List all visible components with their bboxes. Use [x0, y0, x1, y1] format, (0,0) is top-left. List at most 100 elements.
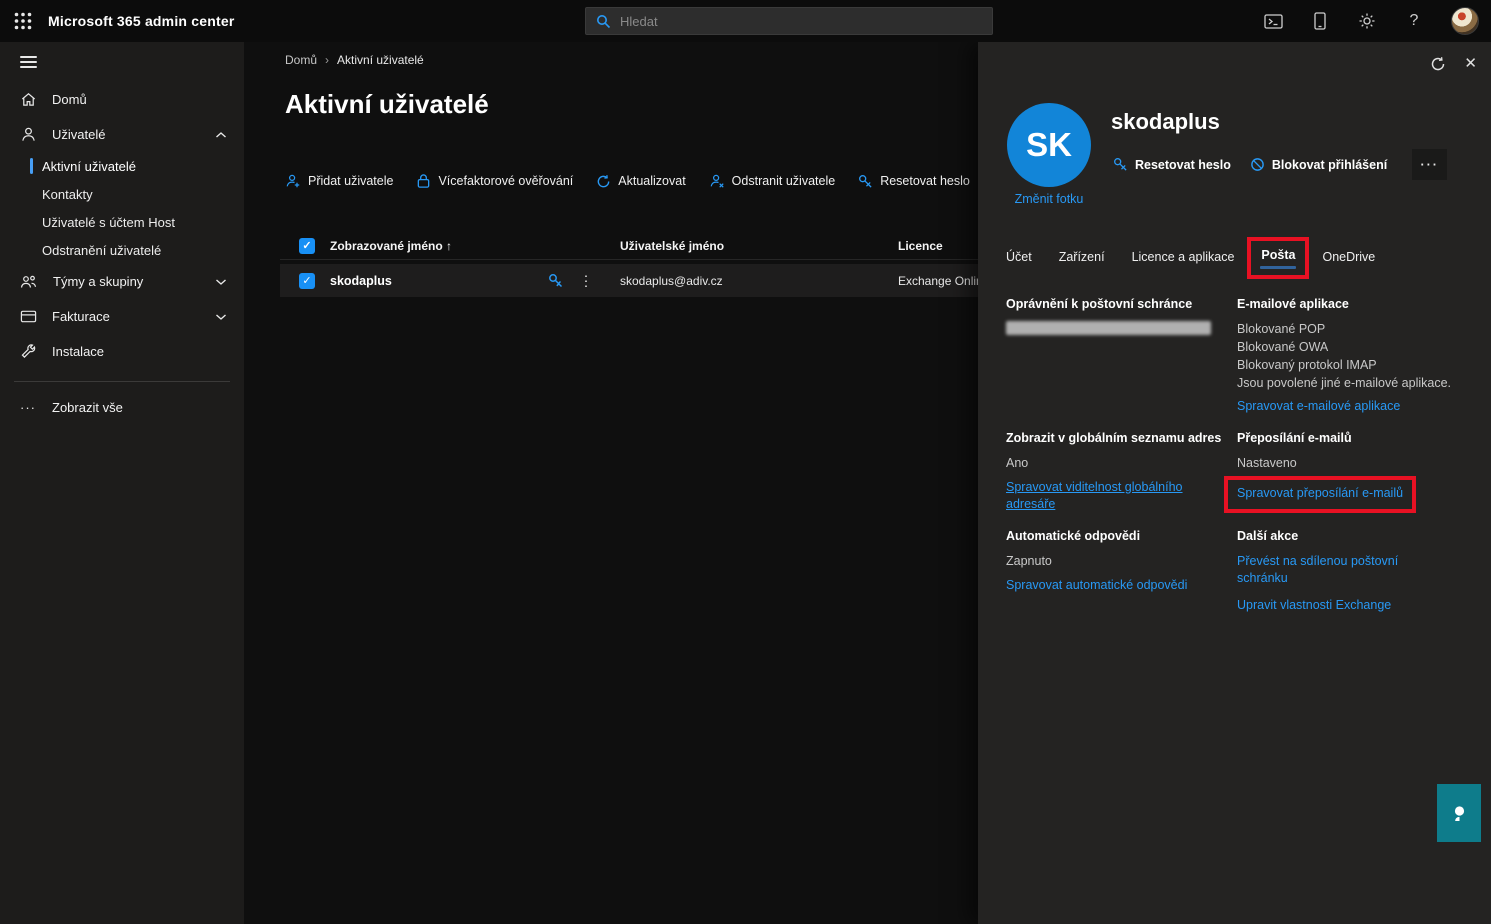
manage-email-forwarding-link[interactable]: Spravovat přeposílání e-mailů: [1237, 485, 1403, 502]
sidebar-item-label: Fakturace: [52, 309, 110, 324]
sidebar-item-deleted-users[interactable]: Odstranění uživatelé: [0, 236, 244, 264]
nav-collapse-hamburger-icon[interactable]: [0, 42, 244, 82]
app-title[interactable]: Microsoft 365 admin center: [48, 13, 234, 29]
row-more-actions-icon[interactable]: ⋮: [579, 272, 593, 289]
person-icon: [20, 126, 37, 143]
block-icon: [1250, 157, 1265, 172]
section-title: Přeposílání e-mailů: [1237, 430, 1459, 447]
column-display-name[interactable]: Zobrazované jméno ↑: [330, 239, 452, 253]
key-icon: [1113, 157, 1128, 172]
sidebar-item-home[interactable]: Domů: [0, 82, 244, 117]
tab-account[interactable]: Účet: [1006, 243, 1032, 277]
sidebar-item-label: Týmy a skupiny: [53, 274, 143, 289]
manage-email-apps-link[interactable]: Spravovat e-mailové aplikace: [1237, 398, 1400, 415]
panel-block-signin-button[interactable]: Blokovat přihlášení: [1250, 157, 1387, 172]
feedback-button[interactable]: [1437, 784, 1481, 842]
table-row[interactable]: ✓ skodaplus ⋮ skodaplus@adiv.cz Exchange…: [280, 264, 978, 297]
panel-reset-password-button[interactable]: Resetovat heslo: [1113, 157, 1231, 172]
wrench-icon: [20, 343, 37, 360]
feedback-person-icon: [1452, 805, 1467, 822]
forwarding-value: Nastaveno: [1237, 455, 1459, 472]
select-all-checkbox[interactable]: ✓: [299, 238, 315, 254]
billing-card-icon: [20, 309, 37, 324]
section-global-address-list: Zobrazit v globálním seznamu adres Ano S…: [1006, 430, 1222, 513]
sidebar-item-contacts[interactable]: Kontakty: [0, 180, 244, 208]
email-apps-status: Blokované POP: [1237, 321, 1459, 338]
section-title: Automatické odpovědi: [1006, 528, 1222, 545]
sidebar-item-show-all[interactable]: ··· Zobrazit vše: [0, 390, 244, 424]
tab-mail[interactable]: Pošta: [1261, 241, 1295, 275]
app-launcher-waffle-icon[interactable]: [10, 8, 36, 34]
sidebar-subitem-label: Kontakty: [42, 187, 93, 202]
more-icon: ···: [20, 400, 37, 415]
tab-onedrive[interactable]: OneDrive: [1322, 243, 1375, 277]
row-display-name[interactable]: skodaplus: [330, 274, 392, 288]
convert-shared-mailbox-link[interactable]: Převést na sdílenou poštovní schránku: [1237, 553, 1415, 587]
row-username: skodaplus@adiv.cz: [620, 274, 723, 288]
breadcrumb-current: Aktivní uživatelé: [337, 53, 424, 67]
column-label: Zobrazované jméno: [330, 239, 443, 253]
mobile-app-icon[interactable]: [1310, 11, 1330, 31]
panel-close-icon[interactable]: ✕: [1464, 54, 1477, 72]
panel-refresh-icon[interactable]: [1430, 56, 1446, 72]
refresh-button[interactable]: Aktualizovat: [596, 174, 685, 189]
topbar-right-icons: ?: [1263, 0, 1491, 42]
toolbar-label: Přidat uživatele: [308, 174, 393, 188]
cloud-shell-icon[interactable]: [1263, 11, 1283, 31]
tab-devices[interactable]: Zařízení: [1059, 243, 1105, 277]
refresh-icon: [596, 174, 611, 189]
change-photo-link[interactable]: Změnit fotku: [997, 192, 1101, 206]
person-add-icon: [285, 173, 301, 189]
manage-gal-visibility-link[interactable]: Spravovat viditelnost globálního adresář…: [1006, 479, 1192, 513]
sidebar-item-teams-groups[interactable]: Týmy a skupiny: [0, 264, 244, 299]
global-search[interactable]: [585, 7, 993, 35]
row-reset-password-key-icon[interactable]: [548, 273, 564, 289]
settings-gear-icon[interactable]: [1357, 11, 1377, 31]
panel-actions: Resetovat heslo Blokovat přihlášení ···: [1113, 149, 1447, 180]
tab-licenses-apps[interactable]: Licence a aplikace: [1132, 243, 1235, 277]
panel-more-actions-button[interactable]: ···: [1412, 149, 1447, 180]
add-user-button[interactable]: Přidat uživatele: [285, 173, 393, 189]
sidebar-item-setup[interactable]: Instalace: [0, 334, 244, 369]
delete-user-button[interactable]: Odstranit uživatele: [709, 173, 836, 189]
sidebar-item-label: Uživatelé: [52, 127, 105, 142]
sidebar-item-billing[interactable]: Fakturace: [0, 299, 244, 334]
reset-password-button[interactable]: Resetovat heslo: [858, 174, 970, 189]
sidebar-item-label: Instalace: [52, 344, 104, 359]
top-bar: Microsoft 365 admin center ?: [0, 0, 1491, 42]
lock-icon: [416, 173, 431, 189]
toolbar-label: Aktualizovat: [618, 174, 685, 188]
page-title: Aktivní uživatelé: [285, 89, 489, 120]
search-icon: [596, 14, 611, 29]
table-header: ✓ Zobrazované jméno ↑ Uživatelské jméno …: [280, 232, 978, 260]
user-avatar[interactable]: SK: [1007, 103, 1091, 187]
sidebar-item-guest-users[interactable]: Uživatelé s účtem Host: [0, 208, 244, 236]
sidebar-item-active-users[interactable]: Aktivní uživatelé: [0, 152, 244, 180]
sidebar-subitem-label: Aktivní uživatelé: [42, 159, 136, 174]
help-icon[interactable]: ?: [1404, 11, 1424, 31]
sidebar-item-label: Zobrazit vše: [52, 400, 123, 415]
mfa-button[interactable]: Vícefaktorové ověřování: [416, 173, 573, 189]
sidebar-item-users[interactable]: Uživatelé: [0, 117, 244, 152]
section-more-actions: Další akce Převést na sdílenou poštovní …: [1237, 528, 1459, 614]
sidebar-subitem-label: Uživatelé s účtem Host: [42, 215, 175, 230]
column-username[interactable]: Uživatelské jméno: [620, 239, 724, 253]
annotation-box-mail-tab: Pošta: [1247, 237, 1309, 279]
section-title: Zobrazit v globálním seznamu adres: [1006, 430, 1222, 447]
row-licence: Exchange Online (: [898, 274, 978, 288]
section-automatic-replies: Automatické odpovědi Zapnuto Spravovat a…: [1006, 528, 1222, 594]
user-details-panel: ✕ SK Změnit fotku skodaplus Resetovat he…: [978, 42, 1491, 924]
search-input[interactable]: [620, 14, 982, 29]
breadcrumb-home-link[interactable]: Domů: [285, 53, 317, 67]
edit-exchange-properties-link[interactable]: Upravit vlastnosti Exchange: [1237, 597, 1391, 614]
toolbar-label: Resetovat heslo: [880, 174, 970, 188]
account-avatar[interactable]: [1451, 7, 1479, 35]
left-nav: Domů Uživatelé Aktivní uživatelé Kontakt…: [0, 42, 244, 924]
column-licence[interactable]: Licence: [898, 239, 978, 253]
manage-automatic-replies-link[interactable]: Spravovat automatické odpovědi: [1006, 577, 1187, 594]
sort-ascending-icon: ↑: [446, 239, 452, 253]
sidebar-item-label: Domů: [52, 92, 87, 107]
action-label: Blokovat přihlášení: [1272, 158, 1387, 172]
section-title: Oprávnění k poštovní schránce: [1006, 296, 1222, 313]
row-checkbox[interactable]: ✓: [299, 273, 315, 289]
